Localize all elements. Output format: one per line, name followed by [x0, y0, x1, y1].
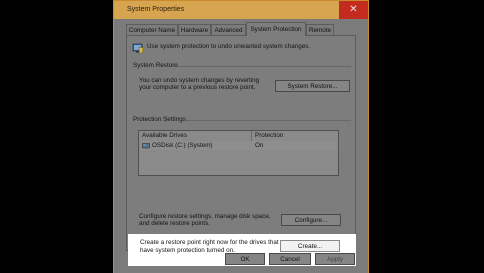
window-title: System Properties: [127, 6, 185, 13]
tab-system-protection[interactable]: System Protection: [246, 22, 306, 36]
protection-settings-divider: [185, 120, 351, 121]
system-protection-page: Use system protection to undo unwanted s…: [126, 35, 356, 251]
system-restore-heading: System Restore: [133, 62, 178, 69]
tab-advanced[interactable]: Advanced: [211, 24, 246, 35]
close-icon: ✕: [349, 4, 358, 15]
system-restore-button[interactable]: System Restore...: [275, 80, 350, 92]
drives-list[interactable]: Available Drives Protection OSDisk (C:) …: [138, 130, 339, 176]
system-restore-description-line2: your computer to a previous restore poin…: [139, 84, 256, 91]
drive-icon: [142, 143, 150, 149]
column-header-available-drives[interactable]: Available Drives: [142, 132, 187, 140]
configure-text-line2: and delete restore points.: [139, 220, 211, 227]
create-text-line1: Create a restore point right now for the…: [140, 239, 279, 246]
configure-button[interactable]: Configure...: [281, 214, 341, 226]
create-button[interactable]: Create...: [280, 240, 340, 252]
ok-button[interactable]: OK: [225, 253, 265, 265]
dialog-client-area: Computer Name Hardware Advanced System P…: [114, 19, 368, 273]
drive-protection-cell: On: [255, 142, 264, 149]
column-divider[interactable]: [251, 131, 252, 141]
cancel-button[interactable]: Cancel: [269, 253, 311, 265]
system-restore-divider: [177, 66, 351, 67]
drive-name-cell: OSDisk (C:) (System): [152, 142, 213, 149]
intro-text: Use system protection to undo unwanted s…: [147, 43, 311, 50]
tab-hardware[interactable]: Hardware: [178, 24, 211, 35]
apply-button[interactable]: Apply: [315, 253, 355, 265]
tab-remote[interactable]: Remote: [306, 24, 334, 35]
create-text-line2: have system protection turned on.: [140, 247, 235, 254]
protection-settings-heading: Protection Settings: [133, 116, 186, 123]
title-bar[interactable]: System Properties ✕: [114, 1, 368, 19]
close-button[interactable]: ✕: [339, 1, 368, 19]
system-properties-dialog: System Properties ✕ Computer Name Hardwa…: [113, 0, 369, 273]
tab-computer-name[interactable]: Computer Name: [126, 24, 178, 35]
shield-computer-icon: [132, 43, 144, 54]
column-header-protection[interactable]: Protection: [255, 132, 283, 140]
